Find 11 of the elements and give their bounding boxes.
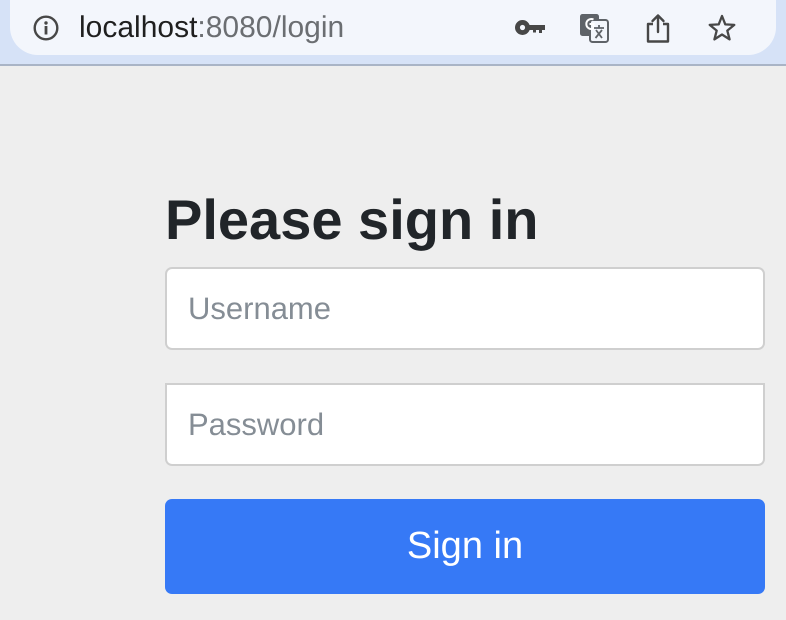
address-bar[interactable]: localhost:8080/login	[10, 0, 776, 55]
input-field[interactable]: Password	[165, 383, 765, 466]
star-icon[interactable]	[708, 14, 736, 41]
sign-in-button[interactable]: Sign in	[165, 499, 765, 594]
url-text[interactable]: localhost:8080/login	[79, 10, 344, 44]
info-icon[interactable]	[33, 14, 59, 40]
share-icon[interactable]	[646, 12, 670, 42]
key-icon[interactable]	[515, 20, 545, 35]
page-heading: Please sign in	[165, 187, 540, 253]
translate-icon[interactable]	[579, 12, 609, 42]
input-field[interactable]: Username	[165, 267, 765, 350]
